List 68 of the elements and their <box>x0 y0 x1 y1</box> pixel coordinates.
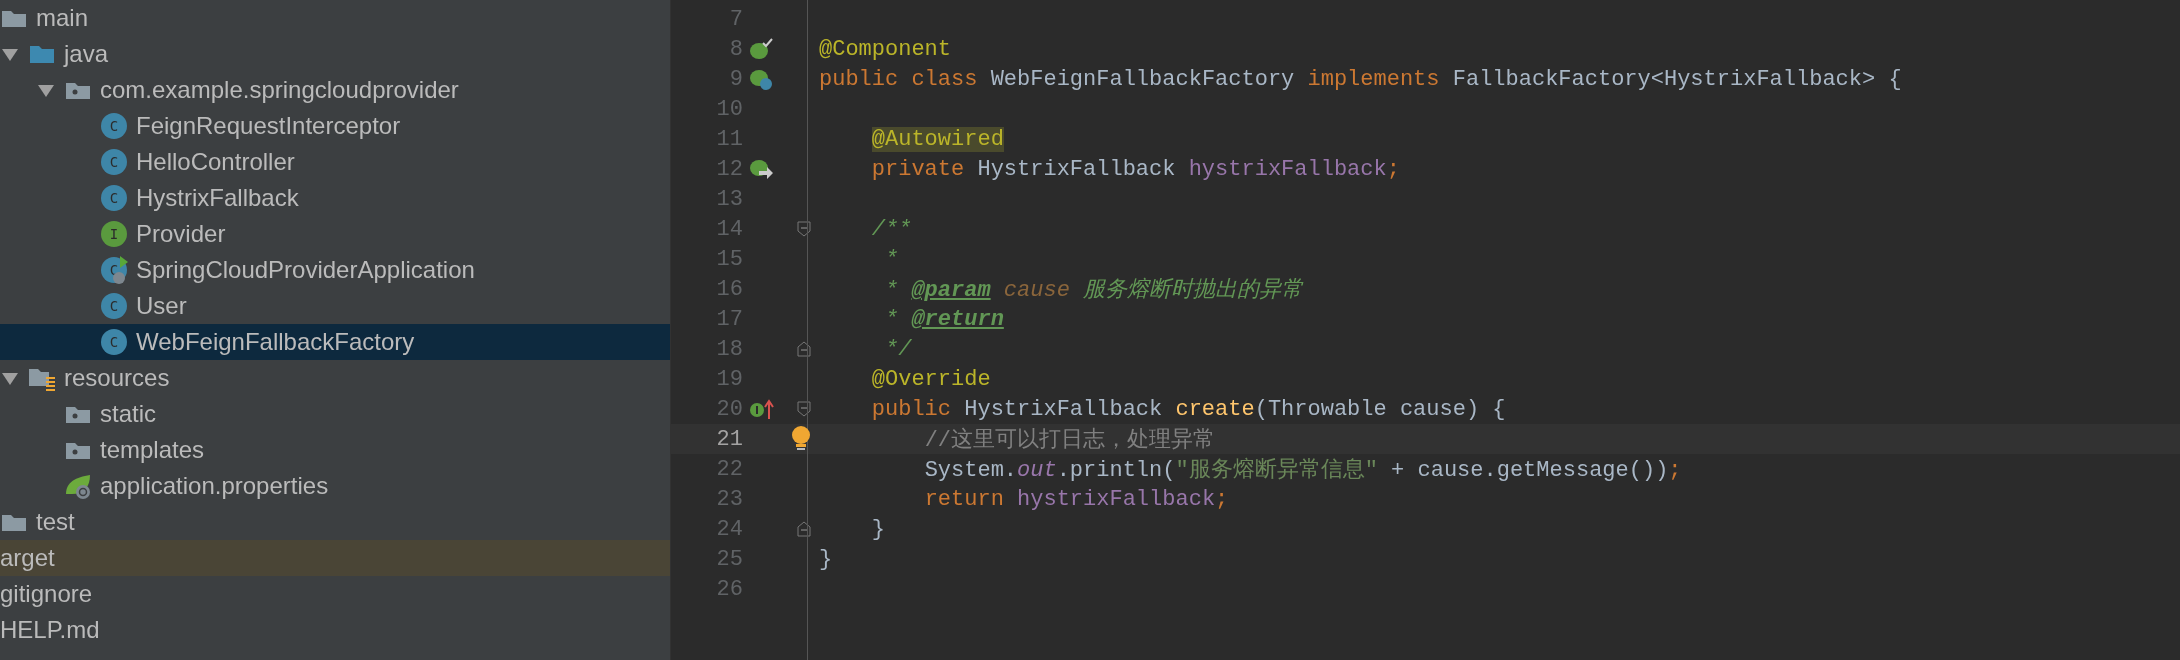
lightbulb-icon[interactable] <box>789 425 813 453</box>
tree-item[interactable]: arget <box>0 540 670 576</box>
tree-item[interactable]: gitignore <box>0 576 670 612</box>
tree-item[interactable]: C FeignRequestInterceptor <box>0 108 670 144</box>
line-number: 25 <box>715 546 744 572</box>
implements-up-icon[interactable] <box>749 397 777 421</box>
code-line: } <box>819 546 833 572</box>
tree-item[interactable]: application.properties <box>0 468 670 504</box>
tree-item[interactable]: resources <box>0 360 670 396</box>
code-line: public HystrixFallback create(Throwable cause) { <box>870 396 1506 422</box>
code-line: */ <box>884 336 912 362</box>
tree-item[interactable]: java <box>0 36 670 72</box>
bean-arrow-icon[interactable] <box>749 157 773 181</box>
tree-item[interactable]: templates <box>0 432 670 468</box>
line-number: 8 <box>728 36 744 62</box>
class-icon: C <box>100 112 128 140</box>
bean-check-icon[interactable] <box>749 37 773 61</box>
line-number: 22 <box>715 456 744 482</box>
line-number: 15 <box>715 246 744 272</box>
code-line: public class WebFeignFallbackFactory implements FallbackFactory<HystrixFallback> { <box>819 66 1902 92</box>
code-line: } <box>870 516 885 542</box>
code-line: return hystrixFallback; <box>923 486 1229 512</box>
line-number: 16 <box>715 276 744 302</box>
line-number: 7 <box>728 6 744 32</box>
tree-item[interactable]: C WebFeignFallbackFactory <box>0 324 670 360</box>
class-icon: C <box>100 292 128 320</box>
class-icon: C <box>100 328 128 356</box>
line-number: 21 <box>715 426 744 452</box>
fold-icon[interactable] <box>796 521 812 537</box>
code-line: /** <box>870 216 912 242</box>
interface-icon: I <box>100 220 128 248</box>
code-line: private HystrixFallback hystrixFallback; <box>870 156 1400 182</box>
line-number: 20 <box>715 396 744 422</box>
code-line: @Override <box>870 366 991 392</box>
line-number: 24 <box>715 516 744 542</box>
tree-item[interactable]: C HelloController <box>0 144 670 180</box>
tree-item[interactable]: test <box>0 504 670 540</box>
code-line: * <box>884 246 899 272</box>
code-line: * @param cause 服务熔断时抛出的异常 <box>884 276 1304 304</box>
code-line: System.out.println("服务熔断异常信息" + cause.getMessage()); <box>923 456 1682 484</box>
tree-item[interactable]: main <box>0 0 670 36</box>
line-number: 19 <box>715 366 744 392</box>
leaf-icon <box>64 472 92 500</box>
line-number: 17 <box>715 306 744 332</box>
fold-icon[interactable] <box>796 401 812 417</box>
tree-item[interactable]: C User <box>0 288 670 324</box>
line-number: 26 <box>715 576 744 602</box>
tree-item[interactable]: C HystrixFallback <box>0 180 670 216</box>
fold-icon[interactable] <box>796 221 812 237</box>
line-number: 12 <box>715 156 744 182</box>
class-icon: C <box>100 148 128 176</box>
code-line: //这里可以打日志，处理异常 <box>923 426 1216 454</box>
class-icon: C <box>100 184 128 212</box>
line-number: 23 <box>715 486 744 512</box>
tree-item[interactable]: HELP.md <box>0 612 670 648</box>
line-number: 14 <box>715 216 744 242</box>
code-line: @Component <box>819 36 952 62</box>
code-line: * @return <box>884 306 1004 332</box>
bean-class-icon[interactable] <box>749 67 773 91</box>
tree-item[interactable]: static <box>0 396 670 432</box>
tree-item[interactable]: I Provider <box>0 216 670 252</box>
line-number: 18 <box>715 336 744 362</box>
line-number: 9 <box>728 66 744 92</box>
fold-icon[interactable] <box>796 341 812 357</box>
line-number: 11 <box>715 126 744 152</box>
line-number: 10 <box>715 96 744 122</box>
tree-item[interactable]: com.example.springcloudprovider <box>0 72 670 108</box>
line-number: 13 <box>715 186 744 212</box>
